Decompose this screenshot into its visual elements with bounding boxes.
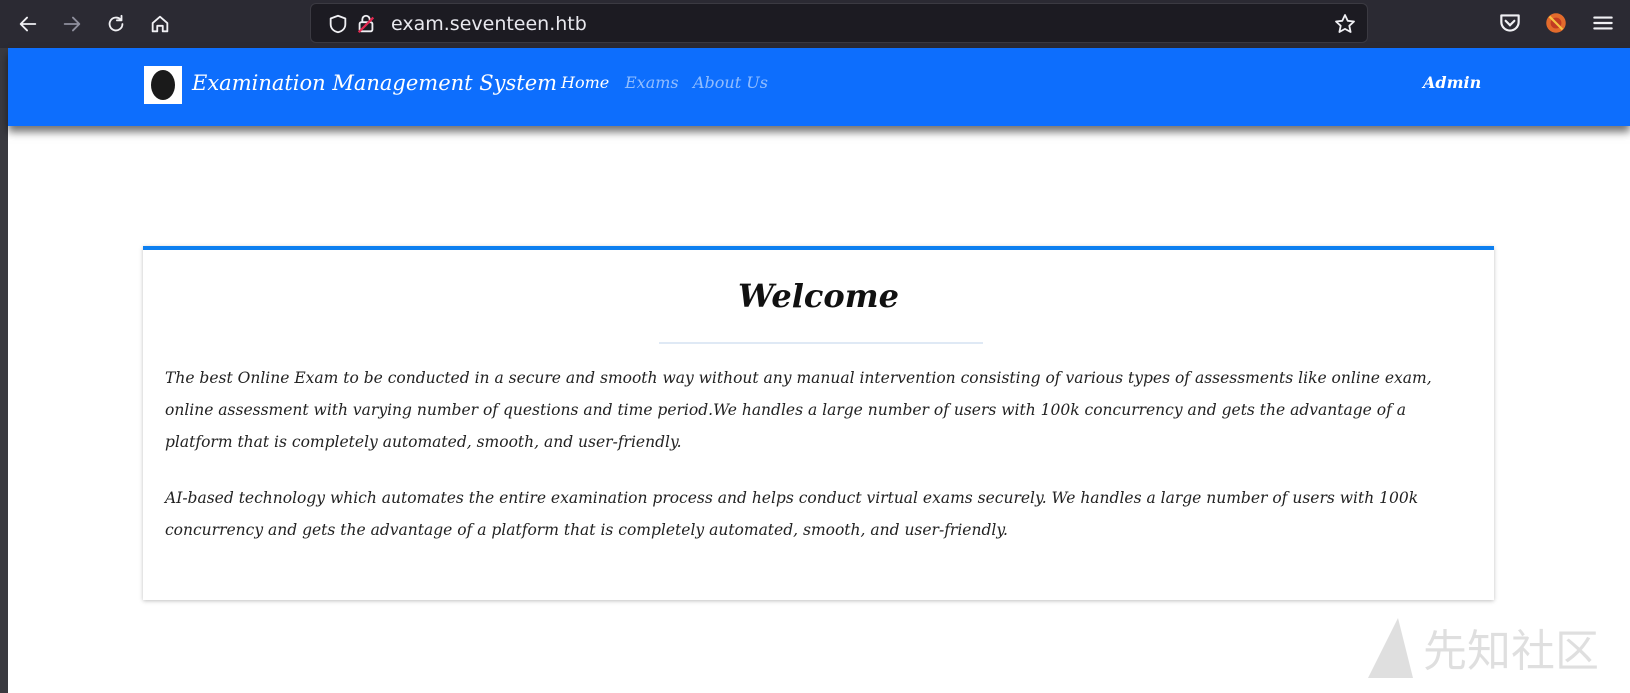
address-bar[interactable]: exam.seventeen.htb: [310, 3, 1368, 43]
nav-admin-link[interactable]: Admin: [1423, 72, 1481, 94]
reload-icon: [108, 14, 124, 32]
site-navbar: Examination Management System Home Exams…: [8, 48, 1630, 126]
shield-icon[interactable]: [327, 13, 349, 35]
browser-toolbar: exam.seventeen.htb: [0, 0, 1630, 48]
ai-paragraph: AI-based technology which automates the …: [165, 489, 1419, 539]
nav-exams-link[interactable]: Exams: [625, 72, 679, 94]
window-edge: [0, 48, 8, 693]
site-logo[interactable]: [144, 66, 182, 104]
menu-icon[interactable]: [1590, 10, 1616, 36]
watermark-text: 先知社区: [1423, 626, 1599, 677]
lock-icon[interactable]: [355, 13, 377, 35]
welcome-card: Welcome The best Online Exam to be condu…: [143, 246, 1494, 600]
home-button[interactable]: [144, 8, 176, 40]
intro-paragraph: The best Online Exam to be conducted in …: [165, 369, 1432, 451]
pocket-icon[interactable]: [1497, 10, 1523, 36]
card-title: Welcome: [738, 277, 899, 315]
home-icon: [151, 15, 169, 33]
extension-icon[interactable]: [1543, 10, 1569, 36]
nav-home-link[interactable]: Home: [561, 72, 609, 94]
back-arrow-icon: [19, 16, 37, 32]
forward-arrow-icon: [63, 16, 81, 32]
title-divider: [659, 342, 983, 344]
logo-face-icon: [151, 70, 175, 100]
url-text[interactable]: exam.seventeen.htb: [391, 12, 587, 36]
web-page: Examination Management System Home Exams…: [8, 48, 1630, 693]
brand-title[interactable]: Examination Management System: [192, 68, 557, 98]
back-button[interactable]: [12, 8, 44, 40]
watermark: 先知社区: [1368, 618, 1599, 678]
reload-button[interactable]: [100, 8, 132, 40]
forward-button[interactable]: [56, 8, 88, 40]
star-icon[interactable]: [1333, 12, 1357, 36]
nav-about-link[interactable]: About Us: [693, 72, 768, 94]
